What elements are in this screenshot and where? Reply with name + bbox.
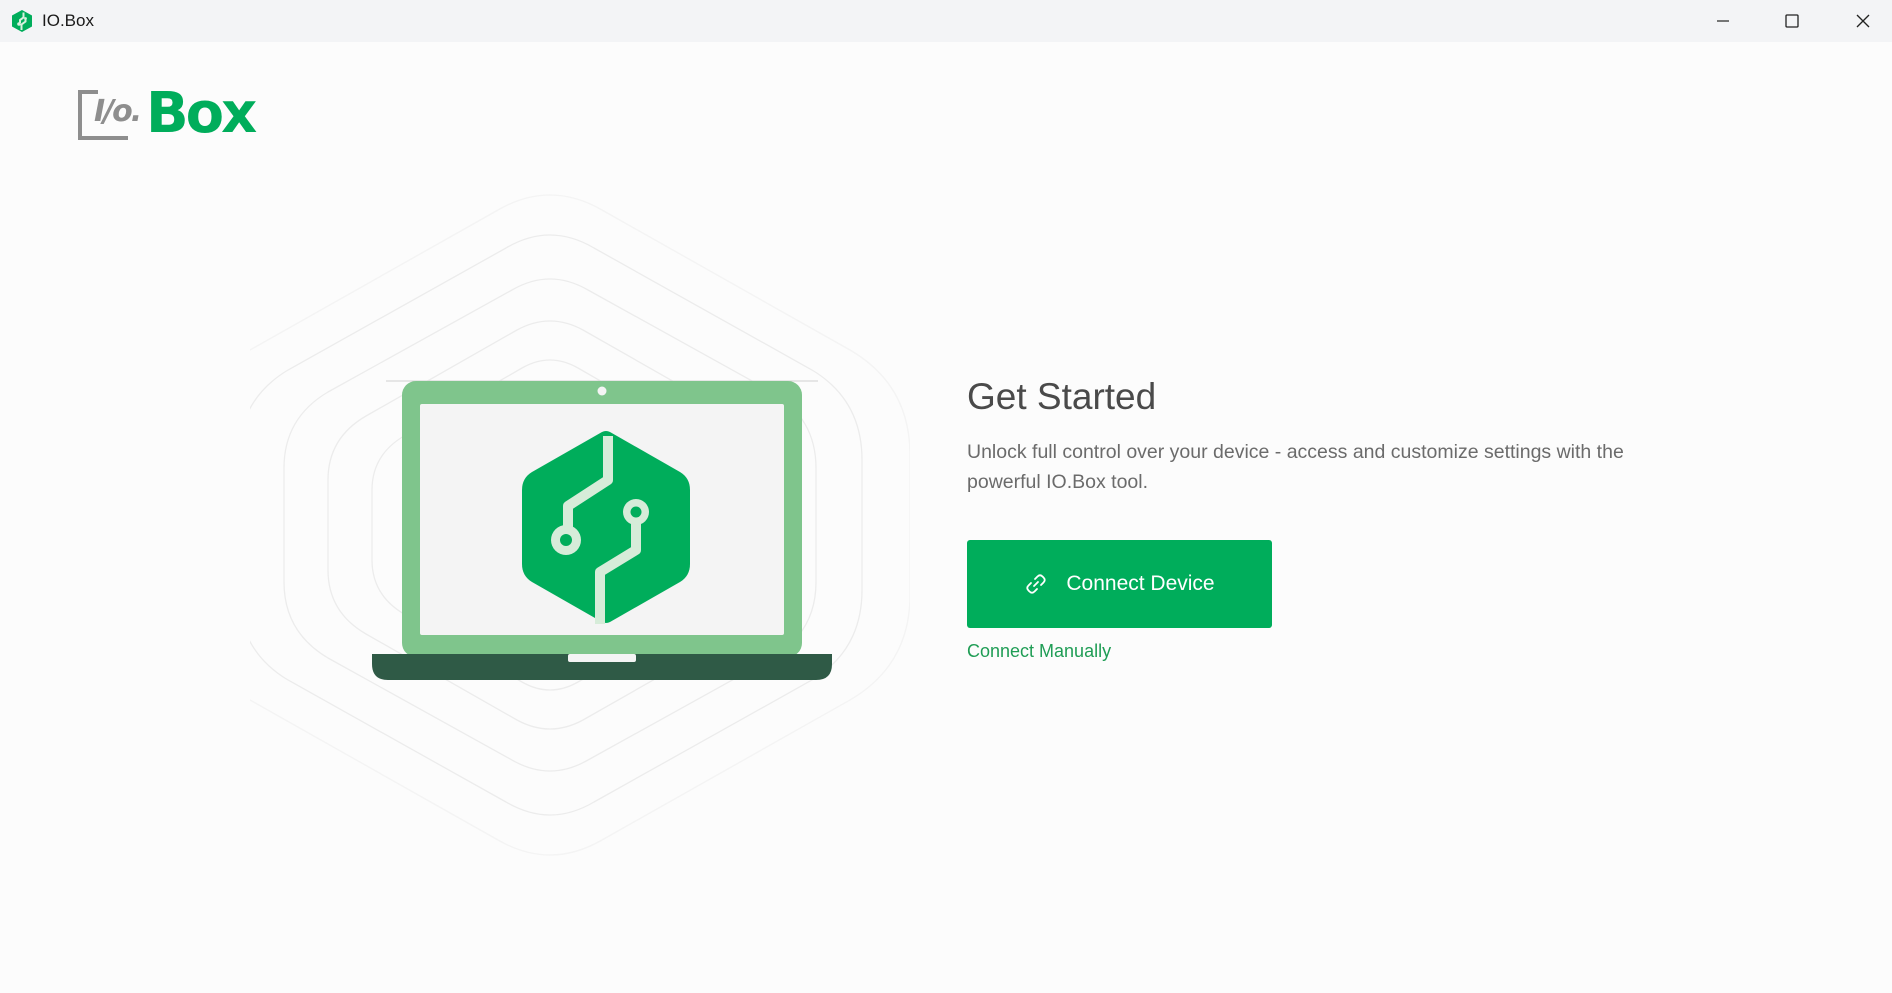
get-started-panel: Get Started Unlock full control over you… xyxy=(967,375,1667,661)
laptop-notch xyxy=(568,654,636,662)
laptop-illustration xyxy=(250,194,910,856)
connect-device-label: Connect Device xyxy=(1066,572,1215,595)
laptop-camera xyxy=(597,386,607,396)
close-icon xyxy=(1856,14,1870,28)
connect-manually-link[interactable]: Connect Manually xyxy=(967,641,1111,662)
brand-io-text: I/o. xyxy=(94,94,142,129)
brand-box-text: Box xyxy=(146,81,257,146)
maximize-button[interactable] xyxy=(1757,0,1827,42)
page-title: Get Started xyxy=(967,376,1157,417)
minimize-button[interactable] xyxy=(1688,0,1758,42)
app-window: IO.Box I/o. Box Get Started Unlock full … xyxy=(0,0,1892,993)
page-description: Unlock full control over your device - a… xyxy=(967,441,1624,493)
link-icon xyxy=(1026,574,1047,594)
close-button[interactable] xyxy=(1828,0,1892,42)
brand-logo: I/o. Box xyxy=(78,82,268,146)
connect-device-button[interactable]: Connect Device xyxy=(967,540,1272,628)
app-logo-icon xyxy=(12,10,32,32)
title-bar[interactable]: IO.Box xyxy=(0,0,1892,42)
minimize-icon xyxy=(1717,20,1729,22)
window-title: IO.Box xyxy=(42,11,94,30)
maximize-icon xyxy=(1785,14,1799,28)
